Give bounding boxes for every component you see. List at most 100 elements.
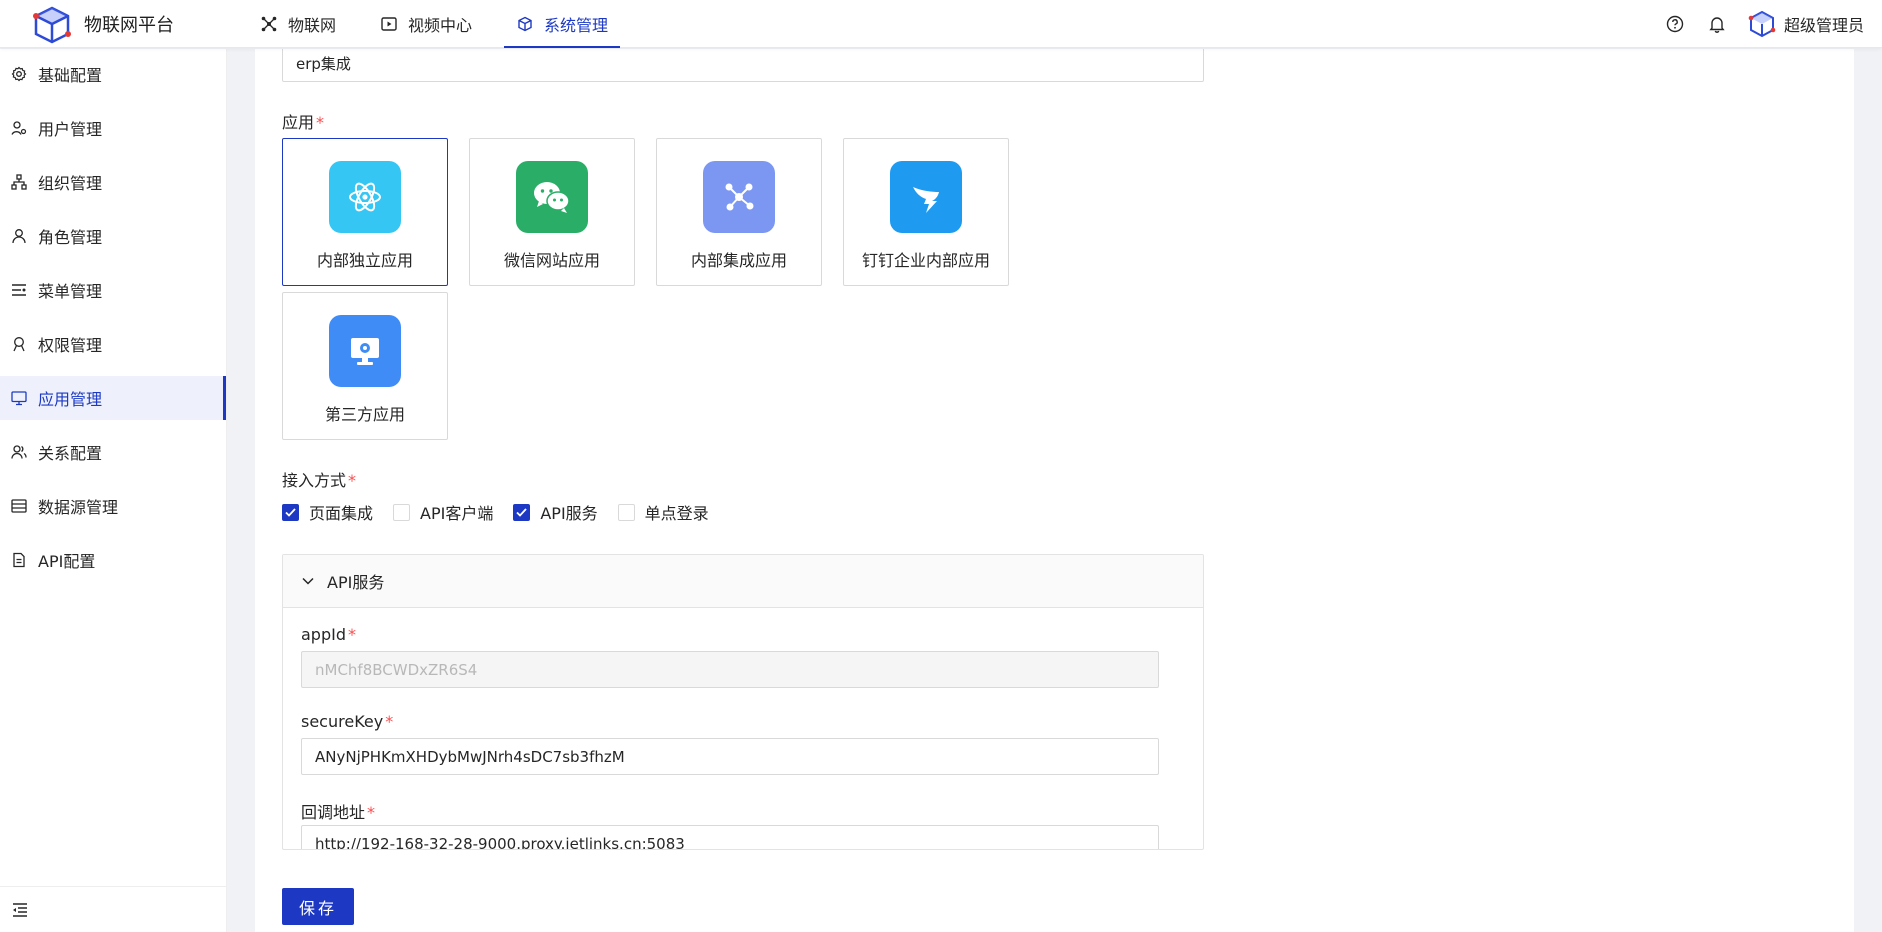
relation-icon <box>11 444 27 460</box>
access-mode-label: 接入方式 * <box>282 467 356 491</box>
system-icon <box>516 15 534 33</box>
nav-item-video[interactable]: 视频中心 <box>368 0 484 48</box>
callback-url-label-text: 回调地址 <box>301 803 366 822</box>
chevron-down-icon <box>301 574 315 588</box>
checkbox-sso[interactable]: 单点登录 <box>617 500 709 524</box>
sidebar-item-user-manage[interactable]: 用户管理 <box>0 106 226 150</box>
callback-url-input[interactable]: http://192-168-32-28-9000.proxy.jetlinks… <box>301 825 1159 849</box>
nav-item-system[interactable]: 系统管理 <box>504 0 621 48</box>
gear-icon <box>11 66 27 82</box>
dingtalk-icon <box>890 161 962 233</box>
appid-label-text: appId <box>301 625 346 644</box>
user-name: 超级管理员 <box>1783 15 1864 35</box>
sidebar-item-relation-config[interactable]: 关系配置 <box>0 430 226 474</box>
menu-icon <box>11 282 27 298</box>
sidebar-item-app-manage[interactable]: 应用管理 <box>0 376 226 420</box>
wechat-icon <box>516 161 588 233</box>
checkbox-label: 页面集成 <box>309 504 374 523</box>
nav-item-label: 系统管理 <box>544 15 609 35</box>
user-menu[interactable]: 超级管理员 <box>1748 10 1864 38</box>
checkbox-api-client[interactable]: API客户端 <box>393 500 493 524</box>
sidebar-footer <box>0 886 227 932</box>
network-icon <box>703 161 775 233</box>
securekey-label: secureKey * <box>301 712 393 731</box>
role-icon <box>11 228 27 244</box>
org-icon <box>11 174 27 190</box>
sidebar-item-label: 数据源管理 <box>38 498 119 517</box>
app-type-label-text: 应用 <box>282 113 315 132</box>
header-actions: 超级管理员 <box>1664 10 1864 38</box>
logo[interactable]: 物联网平台 <box>30 4 240 44</box>
app-card-label: 内部集成应用 <box>690 251 787 270</box>
checkbox-page-integration[interactable]: 页面集成 <box>282 500 373 524</box>
required-mark: * <box>385 712 394 731</box>
api-service-panel-header[interactable]: API服务 <box>283 555 1203 608</box>
atom-icon <box>329 161 401 233</box>
checkbox-unchecked-icon[interactable] <box>617 503 635 521</box>
nav-item-iot[interactable]: 物联网 <box>248 0 348 48</box>
sidebar-item-label: 基础配置 <box>38 66 103 85</box>
app-type-label: 应用 * <box>282 109 324 133</box>
app-card-internal-standalone[interactable]: 内部独立应用 <box>282 138 448 286</box>
sidebar-item-menu-manage[interactable]: 菜单管理 <box>0 268 226 312</box>
required-mark: * <box>367 803 376 822</box>
access-mode-label-text: 接入方式 <box>282 471 347 490</box>
sidebar-item-basic-config[interactable]: 基础配置 <box>0 52 226 96</box>
app-title: 物联网平台 <box>84 14 174 36</box>
sidebar-item-org-manage[interactable]: 组织管理 <box>0 160 226 204</box>
checkbox-api-service[interactable]: API服务 <box>513 500 598 524</box>
panel-title: API服务 <box>327 573 385 592</box>
sidebar-item-label: 权限管理 <box>38 336 103 355</box>
video-icon <box>380 15 398 33</box>
app-card-label: 第三方应用 <box>324 405 405 424</box>
app-card-label: 内部独立应用 <box>316 251 413 270</box>
iot-icon <box>260 15 278 33</box>
nav-item-label: 物联网 <box>288 15 337 35</box>
appid-input[interactable]: nMChf8BCWDxZR6S4 <box>301 651 1159 688</box>
securekey-input[interactable]: ANyNjPHKmXHDybMwJNrh4sDC7sb3fhzM <box>301 738 1159 775</box>
sidebar-item-datasource-manage[interactable]: 数据源管理 <box>0 484 226 528</box>
user-manage-icon <box>11 120 27 136</box>
securekey-label-text: secureKey <box>301 712 384 731</box>
permission-icon <box>11 336 27 352</box>
app-card-wechat-site[interactable]: 微信网站应用 <box>469 138 635 286</box>
app-card-third-party[interactable]: 第三方应用 <box>282 292 448 440</box>
sidebar-item-label: 组织管理 <box>38 174 103 193</box>
access-mode-checkboxes: 页面集成 API客户端 API服务 单点登录 <box>282 500 729 524</box>
app-card-label: 钉钉企业内部应用 <box>861 251 990 270</box>
checkbox-label: API客户端 <box>420 504 494 523</box>
app-card-label: 微信网站应用 <box>503 251 600 270</box>
avatar <box>1748 10 1776 38</box>
checkbox-label: API服务 <box>540 504 598 523</box>
monitor-gear-icon <box>329 315 401 387</box>
checkbox-unchecked-icon[interactable] <box>393 503 411 521</box>
appid-label: appId * <box>301 625 356 644</box>
checkbox-label: 单点登录 <box>644 504 709 523</box>
app-manage-icon <box>11 390 27 406</box>
sidebar-item-role-manage[interactable]: 角色管理 <box>0 214 226 258</box>
sidebar-item-label: 关系配置 <box>38 444 103 463</box>
checkbox-checked-icon[interactable] <box>513 503 531 521</box>
app-card-dingtalk-internal[interactable]: 钉钉企业内部应用 <box>843 138 1009 286</box>
app-name-input[interactable]: erp集成 <box>282 49 1204 82</box>
top-header: 物联网平台 物联网 视频中心 系统管理 超级管理员 <box>0 0 1882 48</box>
sidebar-item-permission-manage[interactable]: 权限管理 <box>0 322 226 366</box>
save-button[interactable]: 保存 <box>282 888 354 925</box>
required-mark: * <box>348 625 356 644</box>
sidebar-item-label: API配置 <box>38 552 96 571</box>
app-card-internal-integration[interactable]: 内部集成应用 <box>656 138 822 286</box>
api-config-icon <box>11 552 27 568</box>
main-content: erp集成 应用 * 内部独立应用 微信网站应用 内部集成应用 钉钉企业内部应用 … <box>255 49 1854 932</box>
bell-icon[interactable] <box>1706 13 1728 35</box>
checkbox-checked-icon[interactable] <box>282 503 299 521</box>
cube-logo-icon <box>30 4 74 44</box>
menu-collapse-icon[interactable] <box>11 901 29 919</box>
sidebar-item-label: 角色管理 <box>38 228 103 247</box>
top-nav: 物联网 视频中心 系统管理 <box>248 0 640 48</box>
sidebar: 基础配置 用户管理 组织管理 角色管理 菜单管理 权限管理 应用管理 关系配置 … <box>0 49 227 932</box>
help-icon[interactable] <box>1664 13 1686 35</box>
sidebar-item-label: 用户管理 <box>38 120 103 139</box>
required-mark: * <box>348 471 357 490</box>
sidebar-item-api-config[interactable]: API配置 <box>0 538 226 582</box>
sidebar-item-label: 菜单管理 <box>38 282 103 301</box>
